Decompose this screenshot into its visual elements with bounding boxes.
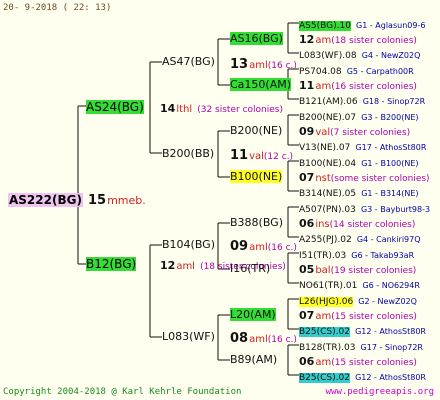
gen4-num: 12: [299, 33, 315, 46]
root-num: 15: [88, 193, 107, 208]
gen3-item[interactable]: B89(AM): [230, 353, 277, 367]
gen1-sire-name[interactable]: AS24(BG): [86, 100, 144, 114]
gen4-a-name[interactable]: AS5(BG).10: [299, 21, 351, 31]
gen4-b-name[interactable]: NO61(TR).01: [299, 281, 357, 291]
gen3-item[interactable]: B200(NE): [230, 124, 282, 138]
gen4-sub: (7 sister colonies): [330, 128, 411, 138]
gen4-row: B25(CS).02 G12 - AthosSt80R: [299, 368, 426, 385]
gen4-a-info: G5 - Carpath00R: [346, 67, 414, 76]
gen4-sub: (15 sister colonies): [331, 358, 417, 368]
gen1-dam-name[interactable]: B12(BG): [86, 257, 137, 271]
gen4-a-info: G2 - NewZ02Q: [358, 297, 417, 306]
pedigree-chart: 20- 9-2018 ( 22: 13) AS222(BG) 15mmeb. A…: [0, 0, 440, 400]
gen4-a-name[interactable]: B100(NE).04: [299, 159, 356, 169]
gen2-item[interactable]: B104(BG): [162, 238, 215, 252]
gen4-row: B25(CS).02 G12 - AthosSt80R: [299, 322, 426, 339]
gen4-note: am: [315, 311, 332, 322]
gen3-info: 09aml(16 c.): [230, 239, 297, 254]
gen4-a-name[interactable]: B200(NE).07: [299, 113, 356, 123]
gen4-sub: (14 sister colonies): [329, 220, 416, 230]
gen2-item[interactable]: B200(BB): [162, 147, 214, 161]
gen1-dam: B12(BG): [86, 256, 137, 271]
root-note: mmeb.: [107, 194, 146, 207]
gen4-num: 07: [299, 309, 315, 322]
gen2-item[interactable]: AS47(BG): [162, 55, 215, 69]
gen4-b-info: G1 - B314(NE): [361, 189, 419, 198]
gen3-item[interactable]: I16(TR): [230, 262, 270, 276]
gen1-sire-num: 14: [160, 102, 176, 115]
gen4-a-name[interactable]: I51(TR).03: [299, 251, 346, 261]
gen4-sub: (18 sister colonies): [331, 36, 417, 46]
gen1-sire-note: lthl: [176, 104, 193, 115]
gen4-note: val: [315, 127, 331, 138]
gen4-sub: (15 sister colonies): [331, 312, 417, 322]
gen4-b-name[interactable]: B25(CS).02: [299, 373, 350, 383]
gen4-b-info: G12 - AthosSt80R: [355, 373, 426, 382]
gen4-b-info: G18 - Sinop72R: [362, 97, 426, 106]
gen3-item[interactable]: B100(NE): [230, 170, 283, 184]
gen3-item[interactable]: Ca150(AM): [230, 78, 292, 92]
gen4-a-info: G3 - B200(NE): [361, 113, 419, 122]
gen4-a-name[interactable]: B128(TR).03: [299, 343, 355, 353]
gen4-a-info: G6 - Takab93aR: [351, 251, 415, 260]
gen4-a-info: G17 - Sinop72R: [360, 343, 423, 352]
gen4-num: 09: [299, 125, 315, 138]
gen1-dam-num: 12: [160, 259, 176, 272]
gen4-b-name[interactable]: B25(CS).02: [299, 327, 350, 337]
gen4-row: B121(AM).06 G18 - Sinop72R: [299, 92, 425, 109]
gen3-item[interactable]: L20(AM): [230, 308, 276, 322]
gen4-note: am: [315, 35, 332, 46]
site-link[interactable]: www.pedigreeapis.org: [326, 385, 434, 399]
gen4-row: V13(NE).07 G17 - AthosSt80R: [299, 138, 426, 155]
gen4-a-name[interactable]: L26(HJG).06: [299, 297, 354, 307]
gen4-sub: (16 sister colonies): [331, 82, 417, 92]
gen3-item[interactable]: AS16(BG): [230, 32, 283, 46]
gen4-row: A255(PJ).02 G4 - Cankiri97Q: [299, 230, 421, 247]
gen4-note: am: [315, 357, 332, 368]
gen4-sub: (some sister colonies): [330, 174, 430, 184]
gen4-b-name[interactable]: B121(AM).06: [299, 97, 358, 107]
gen4-num: 05: [299, 263, 315, 276]
gen4-row: NO61(TR).01 G6 - NO6294R: [299, 276, 420, 293]
gen4-num: 11: [299, 79, 315, 92]
gen4-row: L083(WF).08 G4 - NewZ02Q: [299, 46, 420, 63]
gen4-b-name[interactable]: B314(NE).05: [299, 189, 356, 199]
gen4-b-info: G4 - Cankiri97Q: [356, 235, 421, 244]
gen4-b-info: G12 - AthosSt80R: [355, 327, 426, 336]
root-queen: AS222(BG): [8, 192, 83, 207]
gen4-b-info: G4 - NewZ02Q: [361, 51, 421, 60]
timestamp: 20- 9-2018 ( 22: 13): [3, 3, 112, 13]
gen4-b-info: G17 - AthosSt80R: [355, 143, 427, 152]
gen4-num: 06: [299, 217, 315, 230]
gen3-info: 08aml(16 c.): [230, 331, 297, 346]
gen4-a-info: G1 - Aglasun09-6: [356, 21, 426, 30]
gen4-note: nst: [315, 173, 331, 184]
root-info: 15mmeb.: [88, 192, 146, 208]
gen3-item[interactable]: B388(BG): [230, 216, 283, 230]
gen4-note: ins: [315, 219, 330, 230]
gen4-num: 07: [299, 171, 315, 184]
gen3-info: 13aml(16 c.): [230, 57, 297, 72]
gen4-b-name[interactable]: L083(WF).08: [299, 51, 357, 61]
gen1-sire-colonies: (32 sister colonies): [197, 105, 283, 115]
gen4-note: bal: [315, 265, 331, 276]
gen4-b-name[interactable]: V13(NE).07: [299, 143, 350, 153]
gen4-b-info: G6 - NO6294R: [362, 281, 420, 290]
gen1-sire: AS24(BG): [86, 99, 144, 114]
gen4-sub: (19 sister colonies): [330, 266, 417, 276]
gen4-a-info: G1 - B100(NE): [361, 159, 419, 168]
gen4-a-info: G3 - Bayburt98-3: [360, 205, 431, 214]
gen4-num: 06: [299, 355, 315, 368]
gen4-b-name[interactable]: A255(PJ).02: [299, 235, 352, 245]
gen1-sire-info: 14lthl (32 sister colonies): [160, 100, 283, 117]
gen1-dam-note: aml: [176, 261, 195, 272]
copyright: Copyright 2004-2018 @ Karl Kehrle Founda…: [3, 387, 242, 397]
gen4-a-name[interactable]: A507(PN).03: [299, 205, 356, 215]
gen2-item[interactable]: L083(WF): [162, 330, 215, 344]
gen4-a-name[interactable]: PS704.08: [299, 67, 342, 77]
gen3-info: 11val(12 c.): [230, 148, 294, 163]
gen4-note: am: [315, 81, 332, 92]
root-name[interactable]: AS222(BG): [8, 193, 83, 207]
